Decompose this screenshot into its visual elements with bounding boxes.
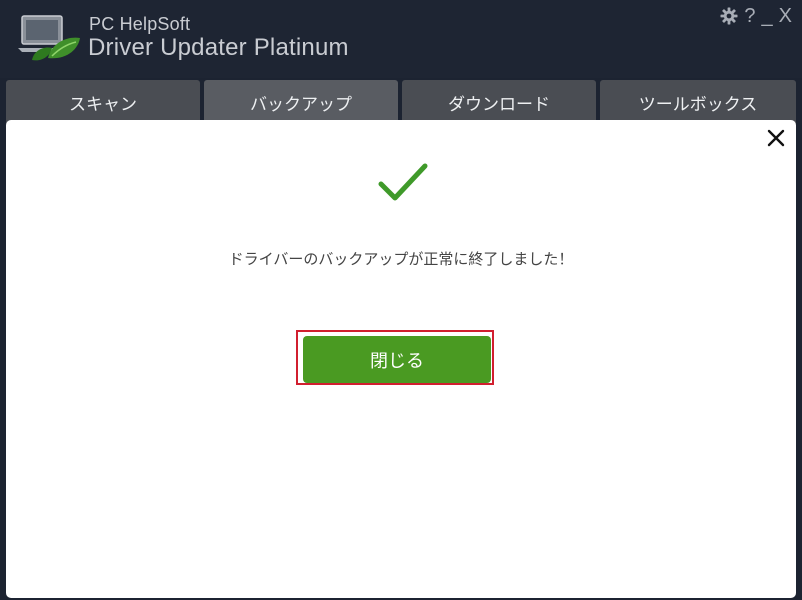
checkmark-icon: [378, 163, 428, 201]
close-dialog-button[interactable]: 閉じる: [303, 336, 491, 383]
brand-product-name: Driver Updater Platinum: [88, 34, 349, 61]
tab-scan[interactable]: スキャン: [6, 80, 200, 124]
success-message: ドライバーのバックアップが正常に終了しました！: [228, 250, 574, 268]
window-controls: ? _ X: [720, 4, 792, 28]
laptop-leaf-icon: [18, 15, 80, 61]
backup-complete-dialog: ドライバーのバックアップが正常に終了しました！ 閉じる: [6, 120, 796, 598]
help-button[interactable]: ?: [744, 4, 755, 28]
window-close-button[interactable]: X: [779, 4, 792, 28]
tab-toolbox[interactable]: ツールボックス: [600, 80, 796, 124]
minimize-button[interactable]: _: [762, 4, 773, 28]
tab-download[interactable]: ダウンロード: [402, 80, 596, 124]
brand-company-name: PC HelpSoft: [89, 14, 191, 34]
gear-icon[interactable]: [720, 4, 738, 28]
close-icon[interactable]: [764, 126, 788, 150]
app-window: PC HelpSoft Driver Updater Platinum ? _ …: [0, 0, 802, 600]
tab-backup[interactable]: バックアップ: [204, 80, 398, 124]
main-tabs: スキャン バックアップ ダウンロード ツールボックス: [6, 80, 796, 124]
title-bar: PC HelpSoft Driver Updater Platinum ? _ …: [0, 0, 802, 78]
